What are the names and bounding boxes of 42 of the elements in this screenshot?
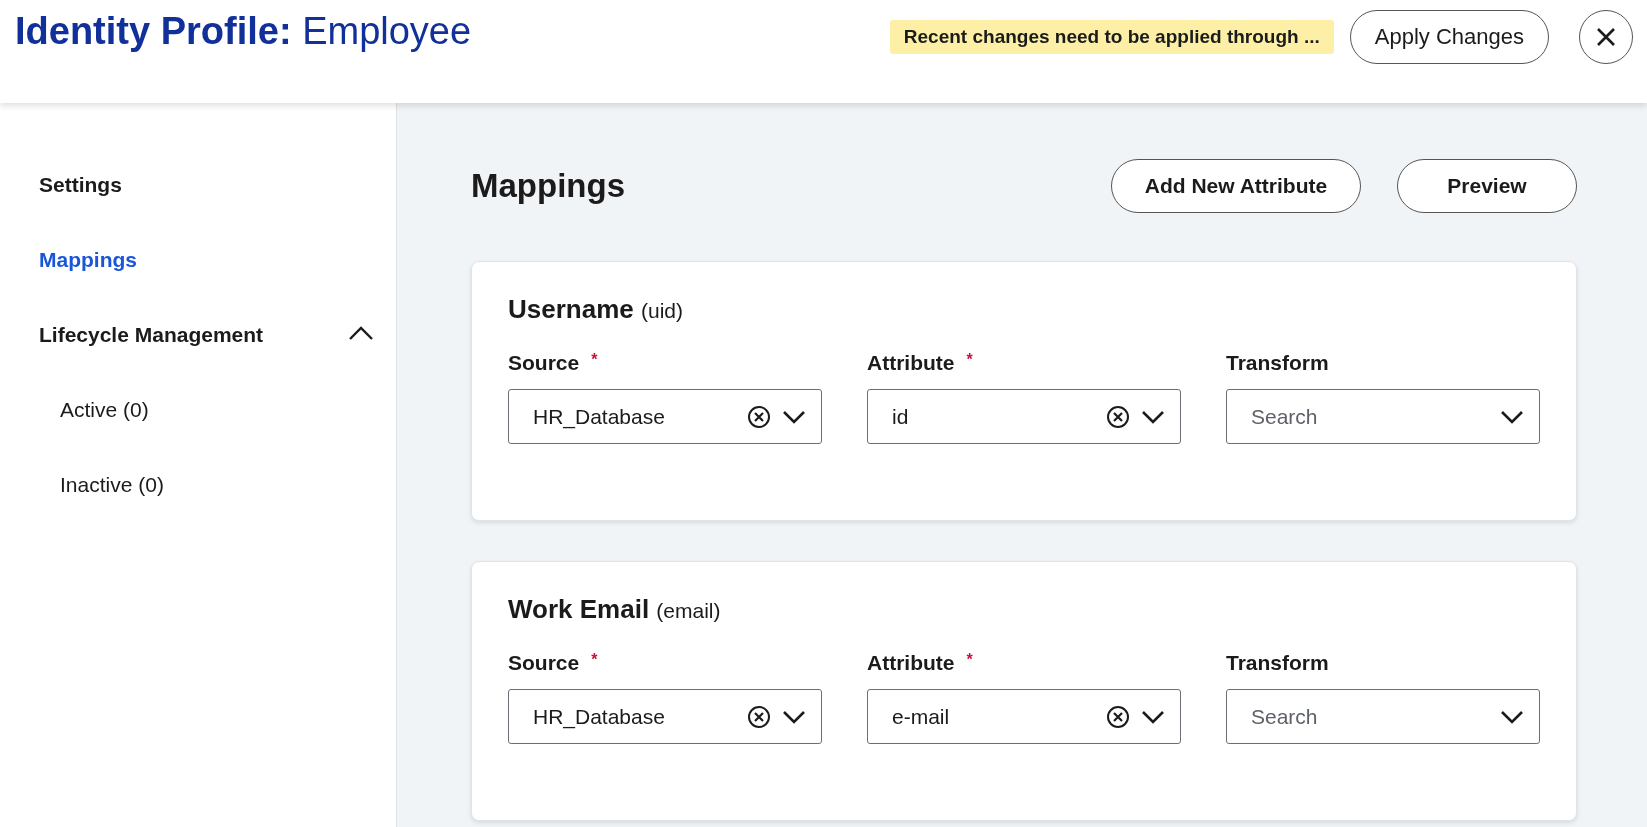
action-button[interactable]: Add New Attribute xyxy=(1111,159,1361,213)
required-mark: * xyxy=(591,651,598,670)
required-mark: * xyxy=(966,651,973,670)
select-field[interactable]: e-mail xyxy=(867,689,1181,744)
field-label: Transform xyxy=(1226,351,1329,375)
sidebar-item[interactable]: Settings xyxy=(39,159,122,206)
chevron-icon[interactable] xyxy=(348,324,374,341)
sidebar-subitem[interactable]: Active (0) xyxy=(39,384,374,431)
dropdown-caret-icon[interactable] xyxy=(1499,408,1525,425)
required-mark: * xyxy=(591,351,598,370)
sidebar-subitem[interactable]: Inactive (0) xyxy=(39,459,374,506)
dropdown-caret-icon[interactable] xyxy=(1140,708,1166,725)
field-label: Source xyxy=(508,351,580,375)
sidebar-item[interactable]: Lifecycle Management xyxy=(39,309,264,356)
attribute-title: Username (uid) xyxy=(508,294,684,325)
select-field[interactable]: HR_Database xyxy=(508,689,822,744)
clear-icon[interactable] xyxy=(1106,404,1130,429)
select-field[interactable]: id xyxy=(867,389,1181,444)
field-label: Attribute xyxy=(867,651,955,675)
attribute-title: Work Email (email) xyxy=(508,594,722,625)
required-mark: * xyxy=(966,351,973,370)
section-heading: Mappings xyxy=(471,167,625,205)
close-icon xyxy=(1595,26,1617,48)
field-label: Transform xyxy=(1226,651,1329,675)
clear-icon[interactable] xyxy=(747,704,771,729)
dropdown-caret-icon[interactable] xyxy=(781,408,807,425)
select-field[interactable]: HR_Database xyxy=(508,389,822,444)
select-field[interactable]: Search xyxy=(1226,389,1540,444)
select-field[interactable]: Search xyxy=(1226,689,1540,744)
dropdown-caret-icon[interactable] xyxy=(1140,408,1166,425)
action-button[interactable]: Preview xyxy=(1397,159,1577,213)
clear-icon[interactable] xyxy=(747,404,771,429)
apply-changes-button[interactable]: Apply Changes xyxy=(1349,10,1549,64)
clear-icon[interactable] xyxy=(1106,704,1130,729)
dropdown-caret-icon[interactable] xyxy=(781,708,807,725)
notice-banner: Recent changes need to be applied through ... xyxy=(889,20,1334,54)
page-title: Identity Profile: Employee xyxy=(15,10,472,53)
close-button[interactable] xyxy=(1579,10,1633,64)
field-label: Source xyxy=(508,651,580,675)
sidebar-item[interactable]: Mappings xyxy=(39,234,137,281)
field-label: Attribute xyxy=(867,351,955,375)
dropdown-caret-icon[interactable] xyxy=(1499,708,1525,725)
